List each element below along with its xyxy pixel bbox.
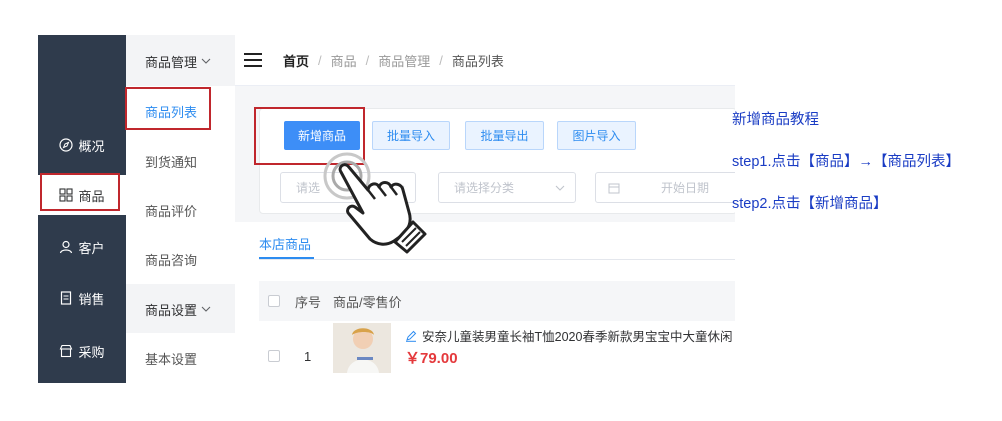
date-placeholder: 开始日期 bbox=[661, 181, 710, 195]
child-photo bbox=[333, 323, 391, 373]
breadcrumb-separator: / bbox=[318, 52, 322, 68]
select-placeholder: 请选择分类 bbox=[454, 181, 515, 195]
breadcrumb-product-list: 商品列表 bbox=[451, 53, 504, 69]
item-label: 到货通知 bbox=[145, 154, 198, 170]
chevron-down-icon bbox=[201, 58, 211, 64]
nav-label: 销售 bbox=[78, 291, 105, 307]
item-label: 商品评价 bbox=[145, 203, 198, 219]
table-header: 序号 商品/零售价 bbox=[259, 281, 735, 321]
nav-item-customers[interactable]: 客户 bbox=[38, 227, 126, 267]
submenu-group-product-settings[interactable]: 商品设置 bbox=[126, 284, 235, 334]
chevron-down-icon bbox=[201, 306, 211, 312]
nav-label: 客户 bbox=[78, 240, 105, 256]
item-label: 基本设置 bbox=[145, 351, 198, 367]
tab-divider bbox=[259, 259, 735, 260]
nav-label: 概况 bbox=[78, 138, 105, 154]
user-icon bbox=[60, 240, 73, 254]
tutorial-step-1: step1.点击【商品】→【商品列表】 bbox=[732, 154, 960, 170]
submenu-item-basic-settings[interactable]: 基本设置 bbox=[126, 333, 235, 383]
breadcrumb-product-management[interactable]: 商品管理 bbox=[378, 51, 430, 70]
tutorial-title: 新增商品教程 bbox=[732, 112, 819, 128]
item-label: 商品咨询 bbox=[145, 252, 198, 268]
group-label: 商品设置 bbox=[145, 302, 198, 318]
batch-import-button[interactable]: 批量导入 bbox=[372, 121, 450, 150]
category-select[interactable]: 请选择分类 bbox=[438, 172, 576, 203]
tap-hand-icon bbox=[323, 152, 427, 254]
product-price: ￥79.00 bbox=[405, 350, 458, 367]
top-bar: 首页 / 商品 / 商品管理 / 商品列表 bbox=[235, 35, 735, 86]
submenu-group-product-management[interactable]: 商品管理 bbox=[126, 36, 235, 86]
group-label: 商品管理 bbox=[145, 54, 198, 70]
image-import-button[interactable]: 图片导入 bbox=[557, 121, 636, 150]
submenu-item-product-reviews[interactable]: 商品评价 bbox=[126, 185, 235, 235]
tab-store-products[interactable]: 本店商品 bbox=[259, 234, 311, 253]
product-name[interactable]: 安奈儿童装男童长袖T恤2020春季新款男宝宝中大童休闲 bbox=[405, 326, 732, 345]
nav-item-purchase[interactable]: 采购 bbox=[38, 331, 126, 371]
breadcrumb-home[interactable]: 首页 bbox=[283, 51, 309, 70]
nav-item-sales[interactable]: 销售 bbox=[38, 278, 126, 318]
table-row[interactable]: 1 安奈儿童装男童长袖T恤2020春季新款男宝宝中大童休闲 ￥79.00 bbox=[259, 321, 735, 383]
chevron-down-icon bbox=[555, 185, 565, 191]
menu-toggle-icon[interactable] bbox=[244, 53, 262, 67]
row-checkbox[interactable] bbox=[268, 350, 280, 362]
calendar-icon bbox=[608, 183, 620, 193]
breadcrumb: 首页 / 商品 / 商品管理 / 商品列表 bbox=[283, 51, 504, 70]
header-product: 商品/零售价 bbox=[333, 294, 402, 310]
tutorial-step-2: step2.点击【新增商品】 bbox=[732, 196, 888, 212]
submenu-item-arrival-notice[interactable]: 到货通知 bbox=[126, 136, 235, 186]
highlight-products-nav bbox=[40, 173, 120, 211]
product-title: 安奈儿童装男童长袖T恤2020春季新款男宝宝中大童休闲 bbox=[422, 330, 733, 344]
edit-pencil-icon[interactable] bbox=[405, 330, 417, 342]
shop-icon bbox=[60, 344, 73, 358]
header-index: 序号 bbox=[295, 294, 322, 310]
breadcrumb-products[interactable]: 商品 bbox=[331, 51, 357, 70]
breadcrumb-separator: / bbox=[439, 52, 443, 68]
product-thumbnail bbox=[333, 323, 391, 373]
batch-export-button[interactable]: 批量导出 bbox=[465, 121, 544, 150]
start-date-input[interactable]: 开始日期 bbox=[595, 172, 735, 203]
document-icon bbox=[61, 291, 72, 305]
row-index: 1 bbox=[304, 349, 312, 364]
highlight-product-list bbox=[125, 87, 211, 130]
select-all-checkbox[interactable] bbox=[268, 295, 280, 307]
compass-icon bbox=[59, 138, 74, 152]
nav-label: 采购 bbox=[78, 344, 105, 360]
nav-item-overview[interactable]: 概况 bbox=[38, 125, 126, 165]
breadcrumb-separator: / bbox=[365, 52, 370, 68]
submenu-item-product-inquiry[interactable]: 商品咨询 bbox=[126, 234, 235, 284]
